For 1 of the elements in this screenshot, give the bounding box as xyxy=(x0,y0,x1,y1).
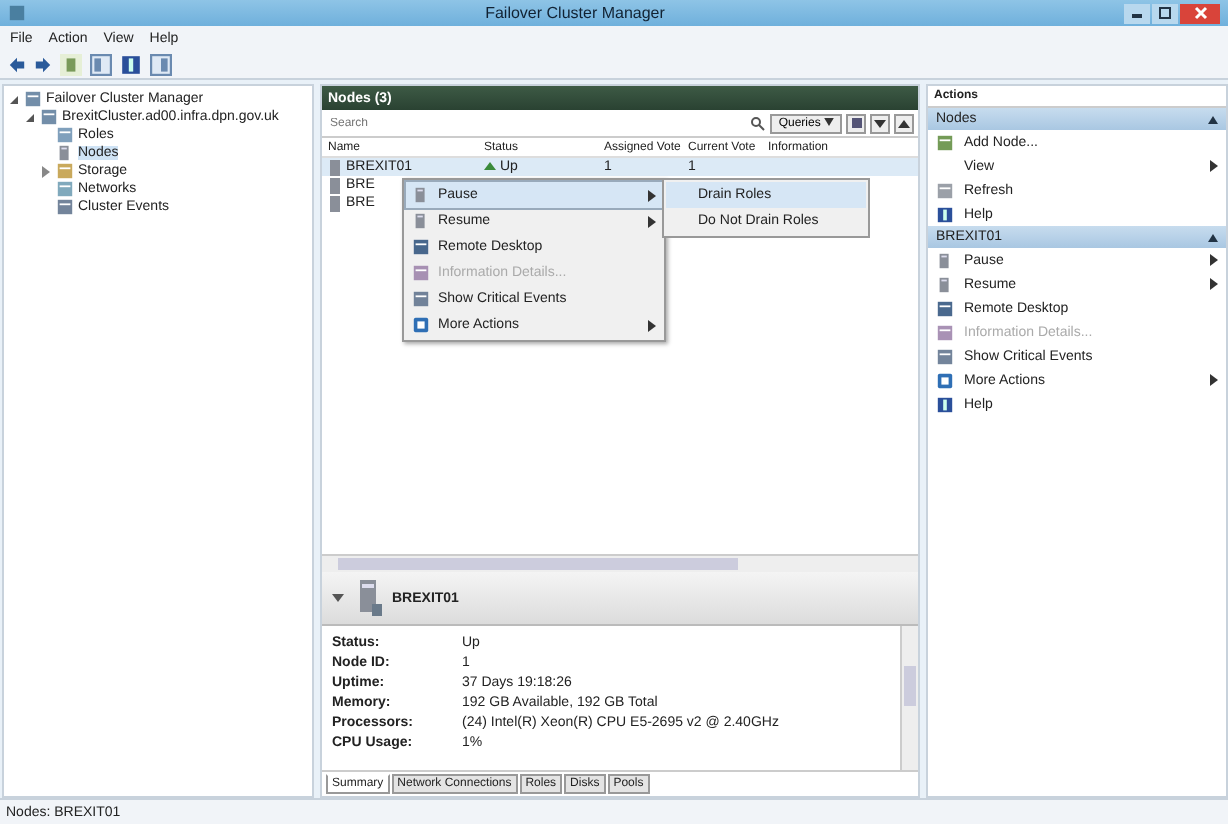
window-title: Failover Cluster Manager xyxy=(483,4,667,22)
